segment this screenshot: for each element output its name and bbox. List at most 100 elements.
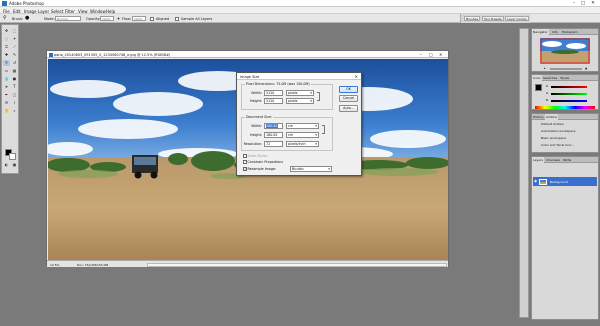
tab-color[interactable]: Color — [532, 75, 542, 81]
px-height-unit-select[interactable]: pixels — [286, 98, 314, 104]
background-color-swatch[interactable] — [9, 153, 16, 160]
tab-paths[interactable]: Paths — [562, 157, 572, 163]
zoom-level[interactable]: 12.5% — [50, 263, 60, 267]
tab-histogram[interactable]: Histogram — [561, 29, 579, 35]
clone-stamp-tool-icon[interactable]: ⚲ — [3, 60, 10, 66]
layers-panel: Layers Channels Paths ◉ Background — [531, 156, 599, 320]
hand-tool-icon[interactable]: ✋ — [3, 108, 10, 114]
zoom-tool-icon[interactable]: ⌕ — [11, 108, 18, 114]
screen-mode-icon[interactable]: ▣ — [11, 162, 18, 168]
navigator-zoom-slider[interactable] — [550, 68, 582, 70]
well-tab-layer-comps[interactable]: Layer Comps — [505, 16, 529, 21]
channel-g-slider[interactable] — [551, 93, 587, 95]
flow-input[interactable]: 100% — [132, 16, 146, 21]
px-width-input[interactable]: 5120 — [264, 90, 283, 96]
menu-select[interactable]: Select — [51, 9, 63, 14]
resolution-input[interactable]: 72 — [264, 141, 283, 147]
tab-info[interactable]: Info — [551, 29, 559, 35]
history-brush-tool-icon[interactable]: ↺ — [11, 60, 18, 66]
gradient-tool-icon[interactable]: ▦ — [11, 68, 18, 74]
tab-styles[interactable]: Styles — [559, 75, 570, 81]
channel-r-slider[interactable] — [551, 86, 587, 88]
channel-b-slider[interactable] — [551, 100, 587, 102]
tab-layers[interactable]: Layers — [532, 157, 544, 163]
quick-mask-icon[interactable]: ◐ — [3, 162, 10, 168]
shape-tool-icon[interactable]: ▢ — [11, 92, 18, 98]
constrain-proportions-checkbox[interactable]: Constrain Proportions — [243, 160, 283, 164]
brush-preset-icon[interactable]: ● — [25, 15, 29, 21]
menu-layer[interactable]: Layer — [38, 9, 49, 14]
doc-size-info[interactable]: Doc: 150.0M/150.0M — [77, 263, 108, 267]
sample-all-layers-checkbox[interactable] — [175, 16, 179, 21]
color-ramp[interactable] — [535, 106, 595, 109]
menu-file[interactable]: File — [3, 9, 10, 14]
menu-window[interactable]: Window — [90, 9, 106, 14]
clone-stamp-tool-icon[interactable]: ⚲ — [3, 15, 7, 21]
mode-select[interactable]: Normal — [55, 16, 81, 21]
airbrush-icon[interactable]: ✈ — [117, 16, 120, 21]
doc-height-input[interactable]: 180.62 — [264, 132, 283, 138]
menu-view[interactable]: View — [78, 9, 88, 14]
dodge-tool-icon[interactable]: ● — [11, 76, 18, 82]
doc-maximize-button[interactable]: □ — [429, 52, 433, 57]
blur-tool-icon[interactable]: 💧 — [3, 76, 10, 82]
marquee-tool-icon[interactable]: ⬚ — [11, 28, 18, 34]
tab-navigator[interactable]: Navigator — [532, 29, 549, 35]
layer-row-background[interactable]: ◉ Background — [533, 177, 597, 186]
resample-method-select[interactable]: Bicubic — [290, 166, 332, 172]
zoom-in-icon[interactable]: ▲ — [585, 66, 587, 70]
minimize-button[interactable]: – — [570, 1, 578, 6]
doc-height-unit-select[interactable]: cm — [286, 132, 319, 138]
aligned-checkbox[interactable] — [150, 16, 154, 21]
action-item[interactable]: Default Actions — [541, 122, 564, 126]
doc-width-input[interactable]: 180.62 — [264, 123, 283, 129]
type-tool-icon[interactable]: T — [11, 84, 18, 90]
move-tool-icon[interactable]: ✥ — [3, 28, 10, 34]
resample-image-checkbox[interactable]: ✓Resample Image: — [243, 167, 276, 171]
action-item[interactable]: Basic workspace — [541, 136, 566, 140]
brush-tool-icon[interactable]: ✎ — [11, 52, 18, 58]
px-height-input[interactable]: 5120 — [264, 98, 283, 104]
slice-tool-icon[interactable]: ⟋ — [11, 44, 18, 50]
tab-channels[interactable]: Channels — [545, 157, 561, 163]
well-tab-tool-presets[interactable]: Tool Presets — [482, 16, 504, 21]
doc-minimize-button[interactable]: – — [420, 52, 422, 57]
menu-help[interactable]: Help — [106, 9, 115, 14]
pen-tool-icon[interactable]: ✒ — [3, 92, 10, 98]
color-foreground-swatch[interactable] — [535, 84, 542, 91]
action-item[interactable]: Color and Tonal Corr... — [541, 143, 574, 147]
mode-label: Mode: — [44, 16, 55, 21]
navigator-thumbnail[interactable] — [540, 38, 590, 64]
horizontal-scrollbar[interactable] — [147, 262, 447, 267]
ok-button[interactable]: OK — [339, 86, 358, 93]
magic-wand-tool-icon[interactable]: ✦ — [11, 36, 18, 42]
doc-close-button[interactable]: ✕ — [439, 52, 442, 57]
healing-brush-tool-icon[interactable]: ✚ — [3, 52, 10, 58]
dialog-close-icon[interactable]: ✕ — [355, 74, 358, 79]
zoom-out-icon[interactable]: ▴ — [544, 66, 546, 70]
maximize-button[interactable]: □ — [579, 1, 587, 6]
menu-image[interactable]: Image — [24, 9, 37, 14]
opacity-input[interactable]: 100% — [100, 16, 114, 21]
well-tab-brushes[interactable]: Brushes — [464, 16, 481, 21]
lasso-tool-icon[interactable]: ◌ — [3, 36, 10, 42]
visibility-eye-icon[interactable]: ◉ — [534, 179, 537, 183]
crop-tool-icon[interactable]: ⌗ — [3, 44, 10, 50]
doc-width-unit-select[interactable]: cm — [286, 123, 319, 129]
resolution-unit-select[interactable]: pixels/inch — [286, 141, 319, 147]
cancel-button[interactable]: Cancel — [339, 95, 358, 102]
tab-swatches[interactable]: Swatches — [542, 75, 558, 81]
scale-styles-checkbox[interactable]: Scale Styles — [243, 154, 267, 158]
tab-actions[interactable]: Actions — [545, 114, 558, 120]
tab-history[interactable]: History — [532, 114, 545, 120]
action-item[interactable]: Automation workspace — [541, 129, 576, 133]
notes-tool-icon[interactable]: ✉ — [3, 100, 10, 106]
auto-button[interactable]: Auto... — [339, 105, 358, 112]
path-selection-tool-icon[interactable]: ➤ — [3, 84, 10, 90]
eraser-tool-icon[interactable]: ▭ — [3, 68, 10, 74]
eyedropper-tool-icon[interactable]: ⌇ — [11, 100, 18, 106]
menu-edit[interactable]: Edit — [13, 9, 21, 14]
menu-filter[interactable]: Filter — [65, 9, 75, 14]
close-button[interactable]: ✕ — [589, 1, 597, 6]
px-width-unit-select[interactable]: pixels — [286, 90, 314, 96]
